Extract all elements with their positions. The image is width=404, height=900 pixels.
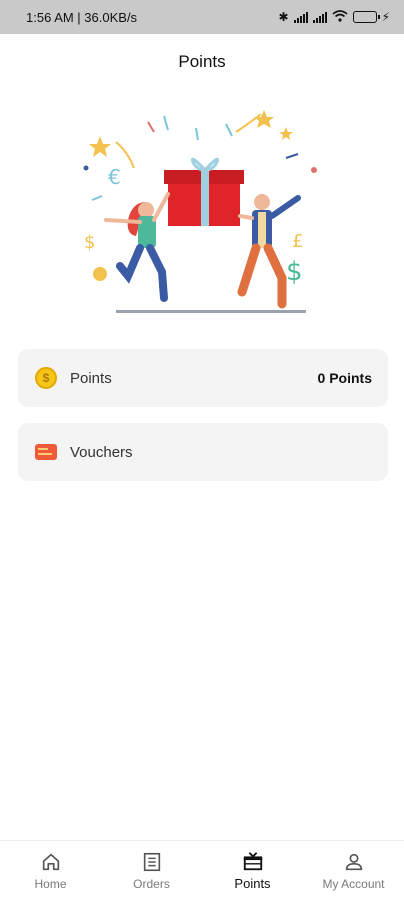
- svg-text:$: $: [84, 232, 95, 253]
- vouchers-label: Vouchers: [70, 443, 133, 461]
- svg-text:€: €: [108, 165, 121, 189]
- home-icon: [42, 853, 59, 870]
- vouchers-card[interactable]: Vouchers: [18, 423, 388, 481]
- rewards-illustration-icon: € $ £ $: [83, 110, 317, 313]
- status-bar: 1:56 AM | 36.0KB/s ✱ ⚡: [0, 0, 404, 34]
- nav-label-orders: Orders: [133, 876, 170, 891]
- svg-text:$: $: [286, 257, 303, 287]
- voucher-icon: [34, 440, 58, 464]
- nav-label-points: Points: [234, 876, 271, 891]
- nav-item-points[interactable]: Points: [202, 841, 303, 900]
- nav-item-home[interactable]: Home: [0, 841, 101, 900]
- status-icons: ✱ ⚡: [278, 9, 390, 25]
- page-title: Points: [178, 52, 226, 71]
- battery-icon: [352, 11, 380, 23]
- points-value: 0 Points: [317, 370, 372, 386]
- points-card[interactable]: $ Points 0 Points: [18, 349, 388, 407]
- wifi-icon: [332, 9, 348, 25]
- coin-icon: $: [34, 366, 58, 390]
- nav-label-my-account: My Account: [322, 876, 385, 891]
- points-label: Points: [70, 369, 112, 387]
- signal-icon: [293, 11, 308, 23]
- bluetooth-icon: ✱: [278, 10, 289, 24]
- account-icon: [345, 853, 362, 870]
- nav-item-my-account[interactable]: My Account: [303, 841, 404, 900]
- gift-icon: [243, 852, 262, 871]
- charging-icon: ⚡: [381, 10, 390, 24]
- orders-icon: [143, 852, 160, 871]
- bottom-nav: Home Orders Points My Account: [0, 840, 404, 900]
- signal-2-icon: [312, 11, 327, 23]
- nav-item-orders[interactable]: Orders: [101, 841, 202, 900]
- nav-label-home: Home: [34, 876, 67, 891]
- svg-text:£: £: [292, 231, 303, 252]
- status-time-speed: 1:56 AM | 36.0KB/s: [26, 9, 138, 25]
